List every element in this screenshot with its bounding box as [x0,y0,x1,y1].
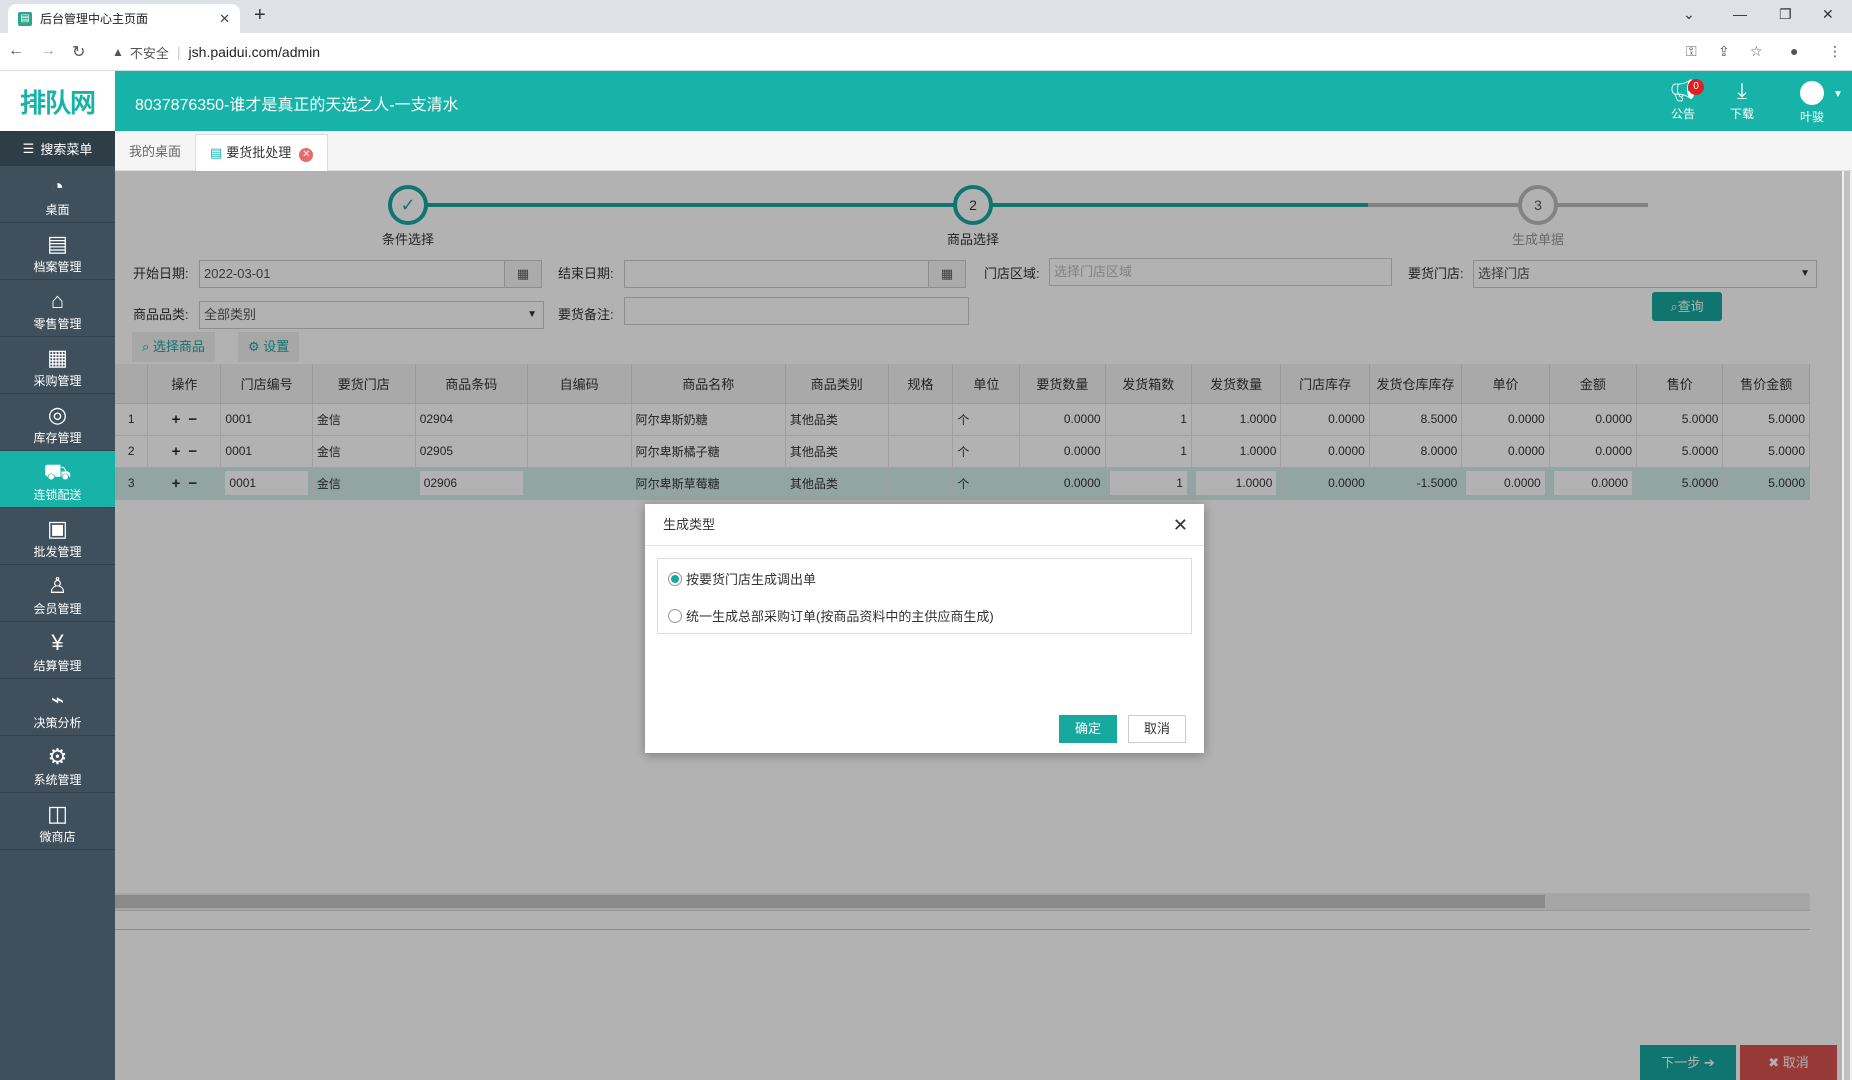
close-tab-icon[interactable]: ✕ [299,148,314,162]
key-icon[interactable]: ⚿ [1686,43,1697,60]
address-bar: ← → ↻ ▲ 不安全 | jsh.paidui.com/admin ⚿ ⇪ ☆… [0,33,1852,71]
logo: 排队网 [0,71,115,131]
browser-tab-title: 后台管理中心主页面 [40,12,149,26]
tab-desktop[interactable]: 我的桌面 [115,134,195,171]
star-icon[interactable]: ☆ [1750,43,1763,60]
sidebar-item-purchase[interactable]: ▦ 采购管理 [0,337,115,394]
avatar [1800,81,1824,105]
url-separator: | [176,44,181,60]
notice-button[interactable]: 📢︎ 公告 0 [1658,77,1708,127]
sidebar-item-label: 库存管理 [33,431,82,445]
user-menu[interactable]: 叶骏 [1787,77,1837,127]
search-menu-label: 搜索菜单 [40,142,93,157]
search-menu-icon: ☰ [22,140,35,156]
option-transfer-out-label: 按要货门店生成调出单 [686,572,817,587]
download-icon: ⤓ [1737,78,1747,103]
sidebar-item-desktop[interactable]: ◔ 桌面 [0,166,115,223]
dialog-header: 生成类型 ✕ [645,504,1204,546]
table-icon: ▤ [210,145,223,160]
browser-tabstrip: ▤ 后台管理中心主页面 ✕ + ⌄ — ❐ ✕ [0,0,1852,33]
option-purchase-order-label: 统一生成总部采购订单(按商品资料中的主供应商生成) [686,609,994,624]
sidebar-item-archive[interactable]: ▤ 档案管理 [0,223,115,280]
vertical-scrollbar[interactable] [1842,171,1852,1080]
sidebar: ☰ 搜索菜单 ◔ 桌面 ▤ 档案管理 ⌂ 零售管理 ▦ 采购管理 ◎ 库存管理 ⛟ 连锁配送… [0,131,115,1080]
sidebar-item-label: 零售管理 [33,317,82,331]
sidebar-item-system[interactable]: ⚙ 系统管理 [0,736,115,793]
minimize-button[interactable]: — [1733,6,1747,22]
tab-search-icon[interactable]: ⌄ [1683,6,1695,23]
sidebar-item-label: 会员管理 [33,602,82,616]
profile-icon[interactable]: ● [1790,43,1798,59]
sidebar-item-label: 档案管理 [33,260,82,274]
restore-button[interactable]: ❐ [1779,6,1792,23]
truck-icon: ⛟ [43,459,72,484]
url-text: jsh.paidui.com/admin [188,44,321,60]
app-header: 排队网 8037876350-谁才是真正的天选之人-一支清水 📢︎ 公告 0 ⤓… [0,71,1852,131]
tab-batch-label: 要货批处理 [226,145,292,160]
menu-dots-icon[interactable]: ⋮ [1828,43,1842,60]
sidebar-item-settlement[interactable]: ¥ 结算管理 [0,622,115,679]
dialog-cancel-button[interactable]: 取消 [1128,715,1186,743]
reload-icon[interactable]: ↻ [72,42,85,62]
sidebar-item-label: 结算管理 [33,659,82,673]
warning-icon: ▲ [112,45,124,59]
member-icon: ♙ [47,573,68,598]
sidebar-item-label: 系统管理 [33,773,82,787]
dialog-title: 生成类型 [663,517,716,532]
chart-icon: ⌁ [50,687,65,712]
new-tab-button[interactable]: + [254,4,266,27]
notice-badge: 0 [1688,79,1704,95]
sidebar-item-analysis[interactable]: ⌁ 决策分析 [0,679,115,736]
sidebar-item-member[interactable]: ♙ 会员管理 [0,565,115,622]
sidebar-item-inventory[interactable]: ◎ 库存管理 [0,394,115,451]
caret-down-icon[interactable]: ▼ [1833,89,1843,100]
gear-icon: ⚙ [47,744,68,769]
radio-checked[interactable] [668,571,682,586]
archive-icon: ▤ [47,231,68,256]
option-purchase-order[interactable]: 统一生成总部采购订单(按商品资料中的主供应商生成) [668,606,994,625]
store-icon: ⌂ [50,288,65,313]
purchase-icon: ▦ [47,345,68,370]
generate-type-dialog: 生成类型 ✕ 按要货门店生成调出单 统一生成总部采购订单(按商品资料中的主供应商… [645,504,1204,753]
tab-desktop-label: 我的桌面 [129,144,182,159]
back-icon[interactable]: ← [8,42,24,60]
insecure-label: 不安全 [129,45,169,61]
confirm-button[interactable]: 确定 [1059,715,1117,743]
notice-label: 公告 [1670,107,1695,121]
favicon-icon: ▤ [18,11,32,26]
shop-bag-icon: ◫ [47,801,68,826]
download-button[interactable]: ⤓ 下载 [1717,77,1767,127]
content-tabs: 我的桌面 ▤ 要货批处理 ✕ [115,131,1852,171]
radio-unchecked[interactable] [668,608,682,623]
dashboard-icon: ◔ [50,174,65,199]
sidebar-item-distribution[interactable]: ⛟ 连锁配送 [0,451,115,508]
settlement-icon: ¥ [51,630,64,655]
option-transfer-out[interactable]: 按要货门店生成调出单 [668,569,816,588]
option-box: 按要货门店生成调出单 统一生成总部采购订单(按商品资料中的主供应商生成) [657,558,1192,634]
wholesale-icon: ▣ [47,516,68,541]
user-name: 叶骏 [1799,110,1824,124]
sidebar-item-label: 微商店 [39,830,76,844]
close-window-button[interactable]: ✕ [1822,6,1834,23]
sidebar-item-label: 桌面 [45,203,70,217]
sidebar-item-label: 批发管理 [33,545,82,559]
forward-icon[interactable]: → [40,42,56,60]
sidebar-item-microshop[interactable]: ◫ 微商店 [0,793,115,850]
scroll-thumb[interactable] [1844,171,1850,1080]
browser-tab[interactable]: ▤ 后台管理中心主页面 ✕ [8,4,240,33]
url-box[interactable]: ▲ 不安全 | jsh.paidui.com/admin [100,38,1690,66]
page-title: 8037876350-谁才是真正的天选之人-一支清水 [135,97,459,114]
sidebar-item-label: 决策分析 [33,716,82,730]
search-menu-button[interactable]: ☰ 搜索菜单 [0,131,115,166]
close-tab-icon[interactable]: ✕ [219,11,230,27]
share-icon[interactable]: ⇪ [1718,43,1730,60]
sidebar-item-label: 采购管理 [33,374,82,388]
sidebar-item-label: 连锁配送 [33,488,82,502]
tab-batch[interactable]: ▤ 要货批处理 ✕ [195,134,329,171]
inventory-icon: ◎ [47,402,68,427]
close-icon[interactable]: ✕ [1173,504,1188,546]
download-label: 下载 [1729,107,1754,121]
sidebar-item-retail[interactable]: ⌂ 零售管理 [0,280,115,337]
sidebar-item-wholesale[interactable]: ▣ 批发管理 [0,508,115,565]
